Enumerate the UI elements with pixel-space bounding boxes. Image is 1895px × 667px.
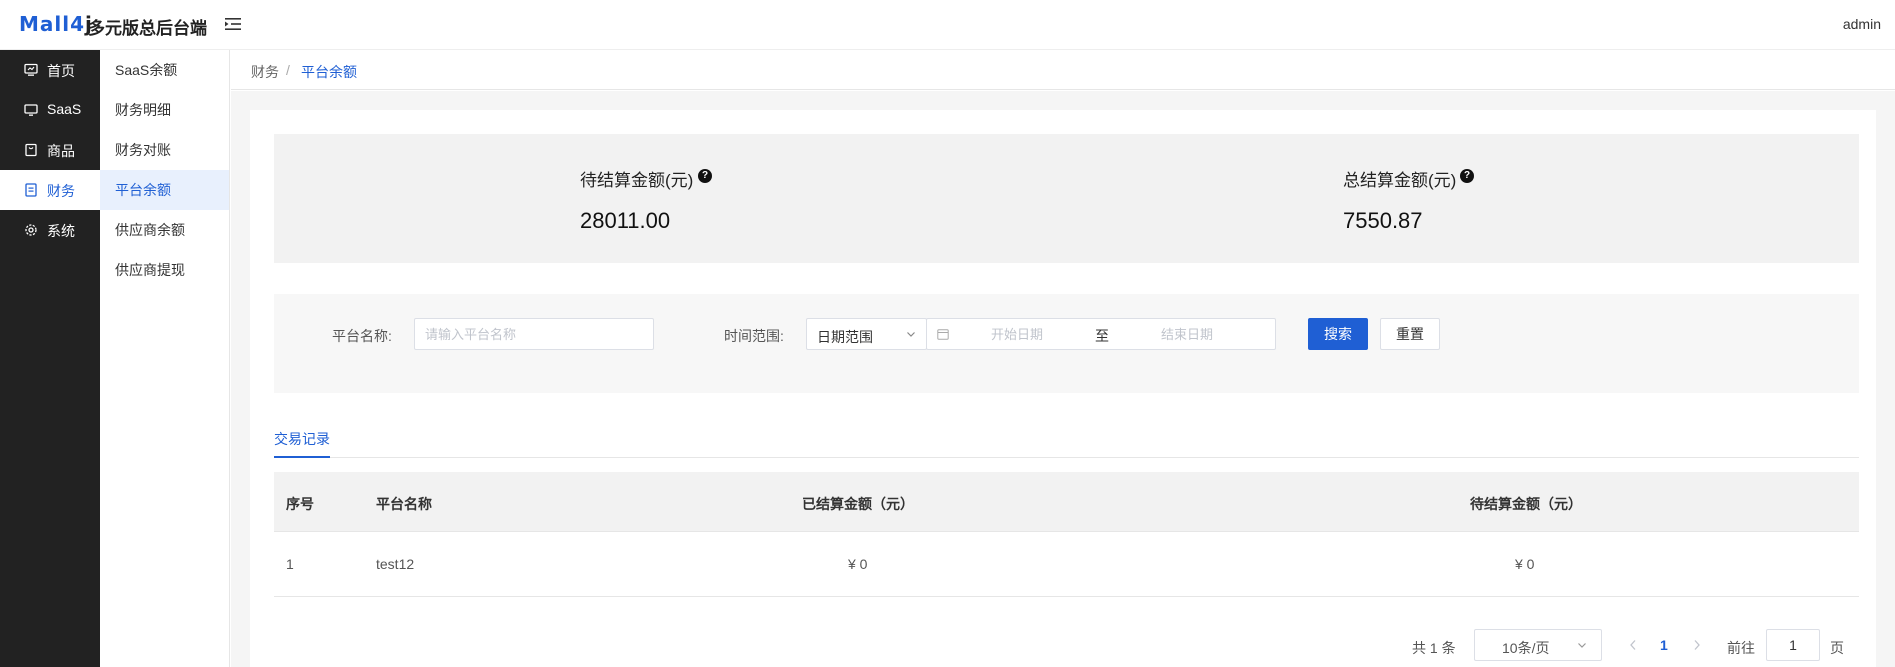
nav-item-label: 系统 [47,223,75,239]
nav-item-label: SaaS [47,101,82,117]
nav-item-label: 商品 [47,143,75,159]
column-header-settled-amount: 已结算金额（元） [802,496,914,512]
page-number-current[interactable]: 1 [1660,637,1668,653]
pending-amount-label: 待结算金额(元) [580,171,694,190]
total-amount-value: 7550.87 [1343,208,1423,233]
date-range-separator: 至 [1095,328,1109,344]
search-button[interactable]: 搜索 [1308,318,1368,350]
nav-item-saas[interactable]: SaaS [0,90,100,130]
app-title: 多元版总后台端 [88,19,207,38]
tab-transaction-records[interactable]: 交易记录 [274,429,330,449]
time-range-label: 时间范围: [724,328,784,344]
top-header: Mall4j 多元版总后台端 admin [0,0,1895,50]
total-amount-label: 总结算金额(元) [1343,171,1457,190]
submenu-item-supplier-balance[interactable]: 供应商余额 [100,210,229,250]
pagination-total: 共 1 条 [1412,640,1456,656]
breadcrumb-separator: / [286,62,290,78]
bag-icon [25,143,37,157]
end-date-input[interactable] [1127,320,1247,348]
submenu-item-reconciliation[interactable]: 财务对账 [100,130,229,170]
main-sidebar: 首页 SaaS 商品 财务 系统 [0,50,100,667]
table-header: 序号 平台名称 已结算金额（元） 待结算金额（元） [274,472,1859,532]
page-suffix: 页 [1830,640,1844,656]
submenu-item-saas-balance[interactable]: SaaS余额 [100,50,229,90]
goto-label: 前往 [1727,640,1755,656]
column-header-platform-name: 平台名称 [376,496,432,512]
next-page-icon[interactable] [1692,639,1702,651]
help-icon[interactable]: ? [698,169,712,183]
breadcrumb-parent[interactable]: 财务 [251,62,279,82]
screen-icon [24,104,38,116]
page-size-value: 10条/页 [1502,640,1550,656]
platform-name-label: 平台名称: [332,328,392,344]
search-filter: 平台名称: 时间范围: 日期范围 至 搜索 重置 [274,294,1859,393]
breadcrumb: 财务 / 平台余额 [231,50,1895,90]
user-menu[interactable]: admin [1843,16,1881,32]
goto-page-input[interactable] [1766,629,1820,661]
monitor-icon [24,63,38,76]
help-icon[interactable]: ? [1460,169,1474,183]
cell-index: 1 [286,556,294,572]
start-date-input[interactable] [957,320,1077,348]
table-row: 1 test12 ¥ 0 ¥ 0 [274,532,1859,597]
document-icon [25,183,37,197]
submenu-item-supplier-withdraw[interactable]: 供应商提现 [100,250,229,290]
column-header-index: 序号 [286,496,314,512]
nav-item-system[interactable]: 系统 [0,210,100,250]
nav-item-home[interactable]: 首页 [0,50,100,90]
pending-amount-value: 28011.00 [580,208,671,233]
chevron-down-icon [1578,643,1586,648]
sub-sidebar: SaaS余额 财务明细 财务对账 平台余额 供应商余额 供应商提现 [100,50,230,667]
nav-item-finance[interactable]: 财务 [0,170,100,210]
platform-name-input[interactable] [414,318,654,350]
nav-item-label: 财务 [47,183,75,199]
page-size-select[interactable]: 10条/页 [1474,629,1602,661]
time-range-select-value: 日期范围 [817,329,873,345]
cell-platform-name: test12 [376,556,415,572]
balance-summary: 待结算金额(元) ? 28011.00 总结算金额(元) ? 7550.87 [274,134,1859,263]
logo[interactable]: Mall4j [19,12,93,36]
column-header-pending-amount: 待结算金额（元） [1470,496,1582,512]
date-range-picker[interactable]: 至 [926,318,1276,350]
breadcrumb-current: 平台余额 [301,64,357,80]
chevron-down-icon [907,332,915,337]
prev-page-icon[interactable] [1628,639,1638,651]
submenu-item-platform-balance[interactable]: 平台余额 [100,170,229,210]
gear-icon [25,224,37,236]
cell-settled-amount: ¥ 0 [848,556,868,572]
nav-item-label: 首页 [47,63,75,79]
reset-button[interactable]: 重置 [1380,318,1440,350]
time-range-select[interactable]: 日期范围 [806,318,927,350]
tab-divider [274,457,1859,458]
menu-fold-icon[interactable] [224,15,242,33]
cell-pending-amount: ¥ 0 [1515,556,1535,572]
calendar-icon [937,329,949,340]
tab-active-indicator [274,456,330,458]
logo-text: Mall4 [19,12,86,36]
submenu-item-finance-detail[interactable]: 财务明细 [100,90,229,130]
nav-item-goods[interactable]: 商品 [0,130,100,170]
